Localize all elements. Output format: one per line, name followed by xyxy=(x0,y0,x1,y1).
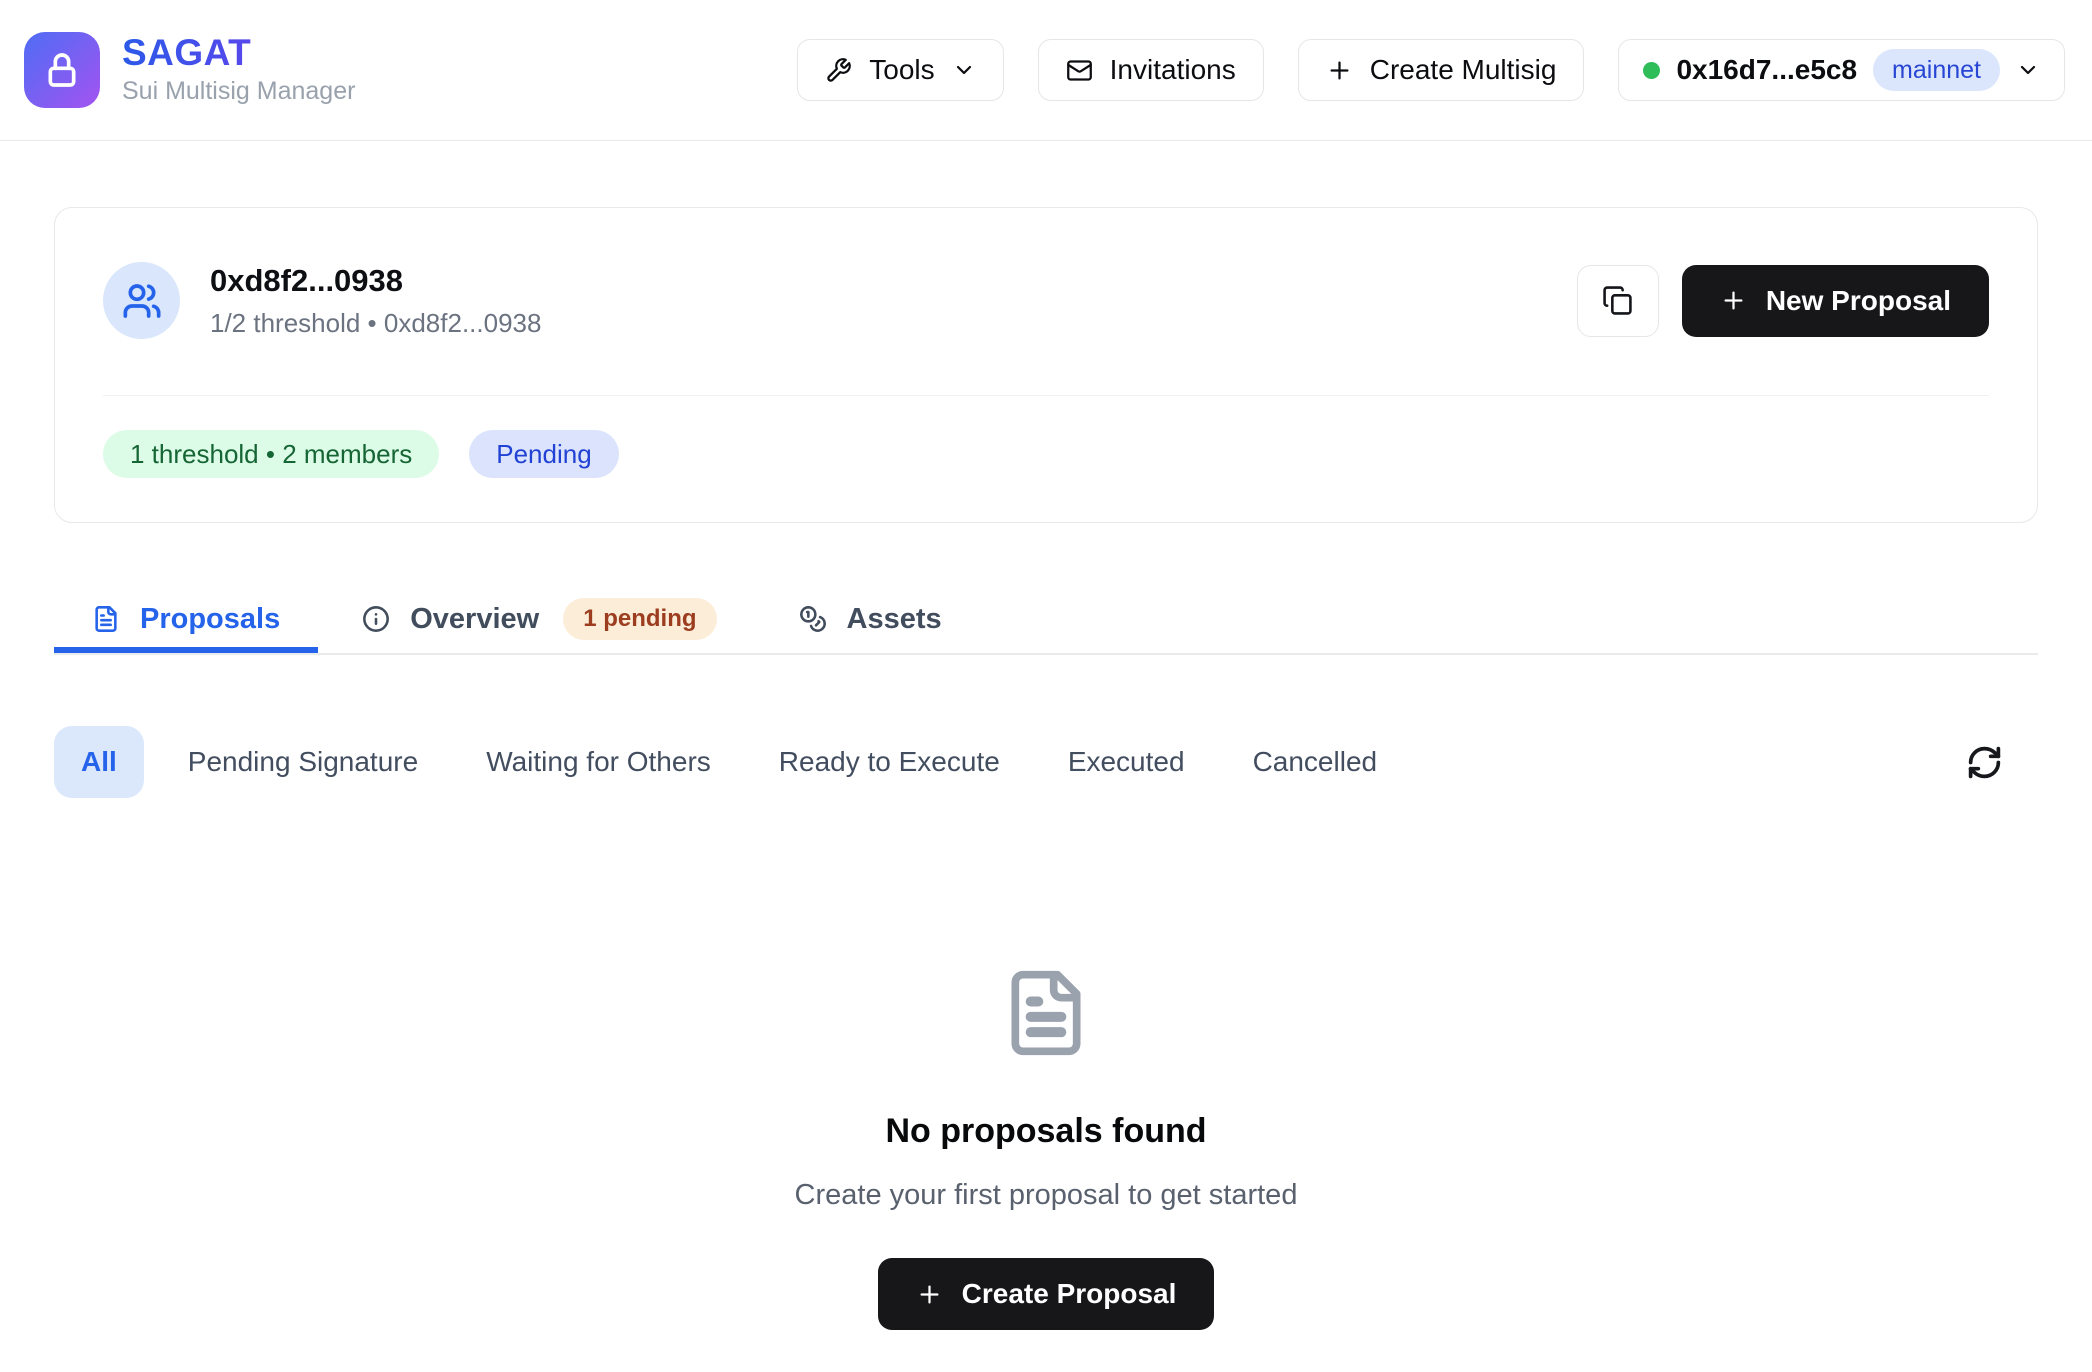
multisig-avatar xyxy=(103,262,180,339)
empty-state-subtitle: Create your first proposal to get starte… xyxy=(795,1179,1298,1212)
tab-overview[interactable]: Overview 1 pending xyxy=(324,585,754,653)
tab-proposals-label: Proposals xyxy=(140,603,280,636)
tools-button[interactable]: Tools xyxy=(797,39,1003,101)
copy-address-button[interactable] xyxy=(1577,265,1659,337)
members-badge: 1 threshold • 2 members xyxy=(103,430,439,478)
new-proposal-button[interactable]: New Proposal xyxy=(1682,265,1989,337)
wallet-address: 0x16d7...e5c8 xyxy=(1676,54,1857,86)
tab-assets[interactable]: Assets xyxy=(761,585,980,653)
info-icon xyxy=(362,605,390,633)
brand-text: SAGAT Sui Multisig Manager xyxy=(122,34,355,106)
card-divider xyxy=(103,395,1989,396)
wrench-icon xyxy=(825,57,852,84)
filter-executed[interactable]: Executed xyxy=(1044,726,1209,798)
tab-assets-label: Assets xyxy=(847,603,942,636)
brand: SAGAT Sui Multisig Manager xyxy=(24,32,355,108)
tab-bar: Proposals Overview 1 pending Assets xyxy=(54,585,2038,655)
chevron-down-icon xyxy=(2016,58,2040,82)
plus-icon xyxy=(1326,57,1353,84)
refresh-icon xyxy=(1966,744,2003,781)
filter-ready-to-execute[interactable]: Ready to Execute xyxy=(755,726,1024,798)
copy-icon xyxy=(1602,285,1633,316)
create-multisig-button[interactable]: Create Multisig xyxy=(1298,39,1585,101)
filter-all[interactable]: All xyxy=(54,726,144,798)
filter-cancelled[interactable]: Cancelled xyxy=(1229,726,1402,798)
main-content: 0xd8f2...0938 1/2 threshold • 0xd8f2...0… xyxy=(0,207,2092,1330)
app-title: SAGAT xyxy=(122,34,355,73)
plus-icon xyxy=(1720,287,1747,314)
refresh-button[interactable] xyxy=(1960,738,2008,786)
multisig-badges: 1 threshold • 2 members Pending xyxy=(103,430,1989,478)
invitations-button[interactable]: Invitations xyxy=(1038,39,1264,101)
lock-icon xyxy=(42,50,82,90)
multisig-meta: 1/2 threshold • 0xd8f2...0938 xyxy=(210,308,541,339)
empty-state: No proposals found Create your first pro… xyxy=(54,967,2038,1330)
online-status-dot xyxy=(1643,62,1660,79)
plus-icon xyxy=(916,1281,943,1308)
tab-overview-label: Overview xyxy=(410,603,539,636)
wallet-selector[interactable]: 0x16d7...e5c8 mainnet xyxy=(1618,39,2065,101)
multisig-card: 0xd8f2...0938 1/2 threshold • 0xd8f2...0… xyxy=(54,207,2038,523)
filter-waiting-for-others[interactable]: Waiting for Others xyxy=(462,726,735,798)
filter-pending-signature[interactable]: Pending Signature xyxy=(164,726,442,798)
multisig-name: 0xd8f2...0938 xyxy=(210,263,541,299)
tools-label: Tools xyxy=(869,54,934,86)
proposal-filters: All Pending Signature Waiting for Others… xyxy=(54,726,2038,798)
coins-icon xyxy=(799,605,827,633)
users-icon xyxy=(122,281,162,321)
invitations-label: Invitations xyxy=(1110,54,1236,86)
create-multisig-label: Create Multisig xyxy=(1370,54,1557,86)
app-logo xyxy=(24,32,100,108)
mail-icon xyxy=(1066,57,1093,84)
tab-proposals[interactable]: Proposals xyxy=(54,585,318,653)
app-header: SAGAT Sui Multisig Manager Tools Invitat… xyxy=(0,0,2092,141)
create-proposal-label: Create Proposal xyxy=(962,1278,1177,1310)
network-badge: mainnet xyxy=(1873,49,2000,91)
status-badge: Pending xyxy=(469,430,618,478)
empty-state-icon-wrap xyxy=(1000,967,1092,1064)
multisig-card-header: 0xd8f2...0938 1/2 threshold • 0xd8f2...0… xyxy=(103,262,1989,339)
pending-count-badge: 1 pending xyxy=(563,598,716,640)
chevron-down-icon xyxy=(952,58,976,82)
multisig-card-actions: New Proposal xyxy=(1577,265,1989,337)
header-actions: Tools Invitations Create Multisig 0x16d7… xyxy=(797,39,2065,101)
file-text-icon xyxy=(1000,967,1092,1059)
app-subtitle: Sui Multisig Manager xyxy=(122,77,355,106)
file-text-icon xyxy=(92,605,120,633)
new-proposal-label: New Proposal xyxy=(1766,285,1951,317)
create-proposal-button[interactable]: Create Proposal xyxy=(878,1258,1215,1330)
multisig-titles: 0xd8f2...0938 1/2 threshold • 0xd8f2...0… xyxy=(210,263,541,339)
empty-state-title: No proposals found xyxy=(885,1112,1206,1151)
